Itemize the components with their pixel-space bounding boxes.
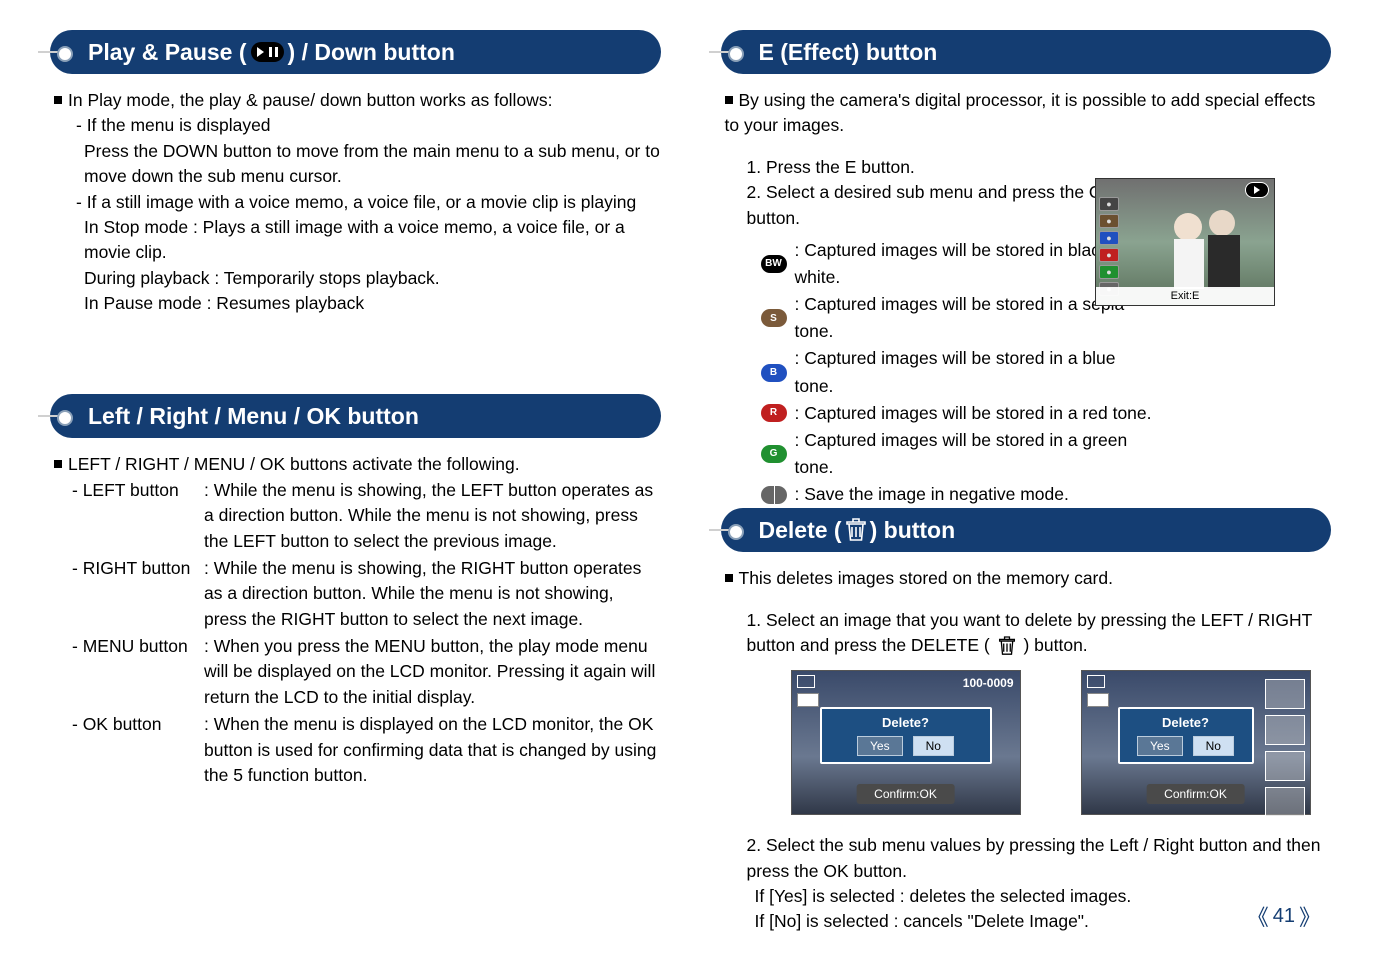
- bw-icon: BW: [761, 255, 787, 273]
- green-icon: G: [761, 445, 787, 463]
- red-icon: R: [761, 404, 787, 422]
- effect-strip: ● ● ● ● ● ●: [1099, 197, 1121, 296]
- card-icon: [797, 693, 819, 707]
- screen-play-icon: [797, 675, 815, 688]
- delete-multi-screenshot: Delete? Yes No Confirm:OK: [1081, 670, 1311, 815]
- play-pause-intro: In Play mode, the play & pause/ down but…: [68, 90, 552, 110]
- delete-body: This deletes images stored on the memory…: [721, 566, 1332, 658]
- delete-header: Delete ( ) button: [721, 508, 1332, 552]
- right-button-term: - RIGHT button: [72, 556, 204, 632]
- lrmo-title-text: Left / Right / Menu / OK button: [88, 403, 419, 430]
- effect-blue-row: B : Captured images will be stored in a b…: [725, 345, 1155, 399]
- lrmo-body: LEFT / RIGHT / MENU / OK buttons activat…: [50, 452, 661, 477]
- thumb-icon: [1265, 787, 1305, 817]
- delete-step1: 1. Select an image that you want to dele…: [725, 608, 1332, 659]
- delete-title: Delete ( ) button: [721, 508, 1332, 552]
- confirm-label: Confirm:OK: [1146, 784, 1245, 804]
- effect-step1: 1. Press the E button.: [725, 155, 1155, 180]
- negative-icon: [761, 486, 787, 504]
- preview-play-icon: [1245, 182, 1269, 198]
- delete-title-prefix: Delete (: [759, 517, 842, 544]
- preview-caption: Exit:E: [1096, 287, 1274, 305]
- screen-play-icon: [1087, 675, 1105, 688]
- delete-dialog: Delete? Yes No: [1118, 707, 1254, 764]
- dialog-no-button[interactable]: No: [913, 736, 954, 756]
- delete-dialog: Delete? Yes No: [820, 707, 992, 764]
- if-menu-displayed-label: - If the menu is displayed: [54, 113, 661, 138]
- trash-icon: [845, 518, 867, 542]
- play-pause-title: Play & Pause ( ) / Down button: [50, 30, 661, 74]
- effect-title: E (Effect) button: [721, 30, 1332, 74]
- sepia-icon: S: [761, 309, 787, 327]
- menu-button-term: - MENU button: [72, 634, 204, 710]
- chevron-right-icon: 》: [1299, 900, 1321, 932]
- effect-preview-screenshot: ● ● ● ● ● ● Exit:E: [1095, 178, 1275, 306]
- header-leader-icon: [38, 415, 66, 417]
- play-pause-body: In Play mode, the play & pause/ down but…: [50, 88, 661, 316]
- if-still-image-label: - If a still image with a voice memo, a …: [54, 190, 661, 215]
- thumb-icon: [1265, 751, 1305, 781]
- effect-step2: 2. Select a desired sub menu and press t…: [725, 180, 1155, 231]
- delete-screenshots: 100-0009 Delete? Yes No Confirm:OK Delet…: [721, 670, 1332, 815]
- pause-mode-line: In Pause mode : Resumes playback: [54, 291, 661, 316]
- delete-title-suffix: ) button: [870, 517, 956, 544]
- preview-people-icon: [1160, 203, 1250, 291]
- effect-blue-text: : Captured images will be stored in a bl…: [795, 345, 1155, 399]
- ok-button-desc: : When the menu is displayed on the LCD …: [204, 712, 661, 788]
- thumb-icon: [1265, 679, 1305, 709]
- effect-negative-text: : Save the image in negative mode.: [795, 481, 1069, 508]
- stop-mode-line: In Stop mode : Plays a still image with …: [54, 215, 661, 266]
- effect-negative-row: : Save the image in negative mode.: [725, 481, 1155, 508]
- delete-single-screenshot: 100-0009 Delete? Yes No Confirm:OK: [791, 670, 1021, 815]
- effect-green-row: G : Captured images will be stored in a g…: [725, 427, 1155, 481]
- effect-sepia-row: S: Captured images will be stored in a s…: [725, 291, 1155, 345]
- play-pause-title-suffix: ) / Down button: [288, 39, 455, 66]
- confirm-label: Confirm:OK: [856, 784, 955, 804]
- left-button-desc: : While the menu is showing, the LEFT bu…: [204, 478, 661, 554]
- file-number: 100-0009: [963, 676, 1014, 690]
- play-pause-icon: [251, 42, 284, 62]
- delete-no-line: If [No] is selected : cancels "Delete Im…: [725, 909, 1332, 934]
- effect-red-text: : Captured images will be stored in a re…: [795, 400, 1152, 427]
- header-leader-icon: [709, 51, 737, 53]
- if-menu-displayed-body: Press the DOWN button to move from the m…: [54, 139, 661, 190]
- lrmo-title: Left / Right / Menu / OK button: [50, 394, 661, 438]
- effect-bw-row: BW: Captured images will be stored in bl…: [725, 237, 1155, 291]
- card-icon: [1087, 693, 1109, 707]
- delete-step1-suffix: ) button.: [1023, 635, 1087, 655]
- delete-step2: 2. Select the sub menu values by pressin…: [725, 833, 1332, 884]
- effect-intro: By using the camera's digital processor,…: [725, 90, 1316, 135]
- dialog-title: Delete?: [882, 715, 929, 730]
- button-definitions: - LEFT button : While the menu is showin…: [50, 478, 661, 789]
- thumb-icon: [1265, 715, 1305, 745]
- header-leader-icon: [709, 529, 737, 531]
- blue-icon: B: [761, 364, 787, 382]
- menu-button-desc: : When you press the MENU button, the pl…: [204, 634, 661, 710]
- during-playback-line: During playback : Temporarily stops play…: [54, 266, 661, 291]
- dialog-no-button[interactable]: No: [1193, 736, 1234, 756]
- delete-step2-block: 2. Select the sub menu values by pressin…: [721, 833, 1332, 935]
- effect-header: E (Effect) button: [721, 30, 1332, 74]
- trash-icon: [998, 636, 1016, 656]
- effect-title-text: E (Effect) button: [759, 39, 938, 66]
- page-number-value: 41: [1273, 905, 1295, 928]
- delete-yes-line: If [Yes] is selected : deletes the selec…: [725, 884, 1332, 909]
- ok-button-term: - OK button: [72, 712, 204, 788]
- effect-red-row: R : Captured images will be stored in a r…: [725, 400, 1155, 427]
- left-button-term: - LEFT button: [72, 478, 204, 554]
- lrmo-header: Left / Right / Menu / OK button: [50, 394, 661, 438]
- page-number: 《41》: [1247, 900, 1321, 932]
- header-leader-icon: [38, 51, 66, 53]
- dialog-yes-button[interactable]: Yes: [1137, 736, 1183, 756]
- right-button-desc: : While the menu is showing, the RIGHT b…: [204, 556, 661, 632]
- play-pause-title-prefix: Play & Pause (: [88, 39, 247, 66]
- play-pause-header: Play & Pause ( ) / Down button: [50, 30, 661, 74]
- delete-intro: This deletes images stored on the memory…: [739, 568, 1113, 588]
- chevron-left-icon: 《: [1247, 900, 1269, 932]
- dialog-title: Delete?: [1162, 715, 1209, 730]
- lrmo-intro: LEFT / RIGHT / MENU / OK buttons activat…: [68, 454, 520, 474]
- effect-green-text: : Captured images will be stored in a gr…: [795, 427, 1155, 481]
- dialog-yes-button[interactable]: Yes: [857, 736, 903, 756]
